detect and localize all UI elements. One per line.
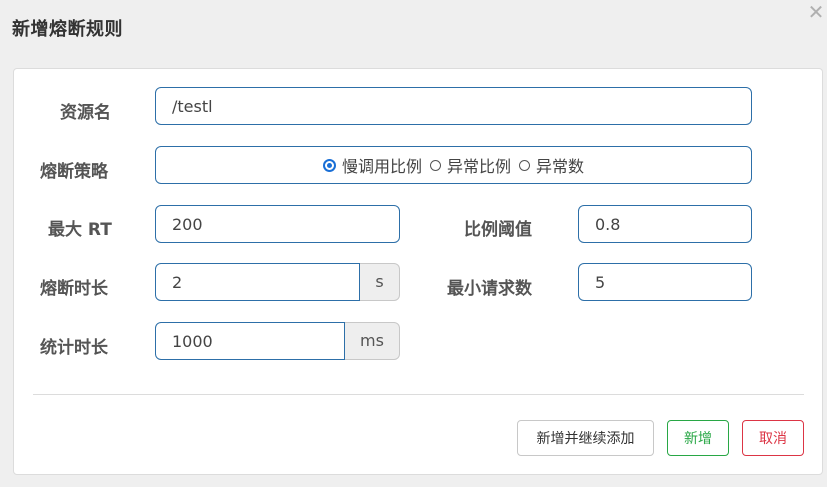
strategy-label: 熔断策略	[40, 162, 108, 182]
resource-name-input[interactable]	[155, 87, 752, 125]
add-circuit-breaker-dialog: 新增熔断规则 ✕ 资源名 熔断策略 慢调用比例 异常比例 异常数 最大 RT 比…	[0, 0, 827, 487]
stat-duration-label: 统计时长	[40, 338, 108, 358]
strategy-option-slow-call-ratio[interactable]: 慢调用比例	[322, 153, 422, 177]
resource-name-label: 资源名	[60, 103, 111, 123]
strategy-option-error-ratio[interactable]: 异常比例	[429, 153, 511, 177]
strategy-radio-group: 慢调用比例 异常比例 异常数	[155, 146, 752, 184]
strategy-option-label: 异常数	[536, 157, 585, 176]
break-duration-input[interactable]	[155, 263, 360, 301]
max-rt-label: 最大 RT	[48, 220, 112, 240]
stat-duration-input[interactable]	[155, 322, 345, 360]
radio-checked-icon	[322, 158, 336, 172]
ratio-threshold-label: 比例阈值	[464, 220, 532, 240]
min-requests-label: 最小请求数	[447, 279, 532, 299]
min-requests-input[interactable]	[578, 263, 752, 301]
cancel-button[interactable]: 取消	[742, 420, 804, 456]
dialog-title: 新增熔断规则	[12, 19, 123, 40]
add-button[interactable]: 新增	[667, 420, 729, 456]
ratio-threshold-input[interactable]	[578, 205, 752, 243]
close-icon[interactable]: ✕	[805, 0, 827, 24]
break-duration-unit: s	[360, 263, 400, 301]
max-rt-input[interactable]	[155, 205, 400, 243]
add-and-continue-button[interactable]: 新增并继续添加	[517, 420, 654, 456]
radio-unchecked-icon	[429, 159, 441, 171]
radio-unchecked-icon	[519, 159, 530, 171]
break-duration-label: 熔断时长	[40, 279, 108, 299]
strategy-option-error-count[interactable]: 异常数	[519, 153, 584, 177]
strategy-option-label: 慢调用比例	[341, 157, 422, 176]
footer-divider	[33, 394, 804, 395]
stat-duration-unit: ms	[345, 322, 400, 360]
strategy-option-label: 异常比例	[446, 157, 511, 176]
